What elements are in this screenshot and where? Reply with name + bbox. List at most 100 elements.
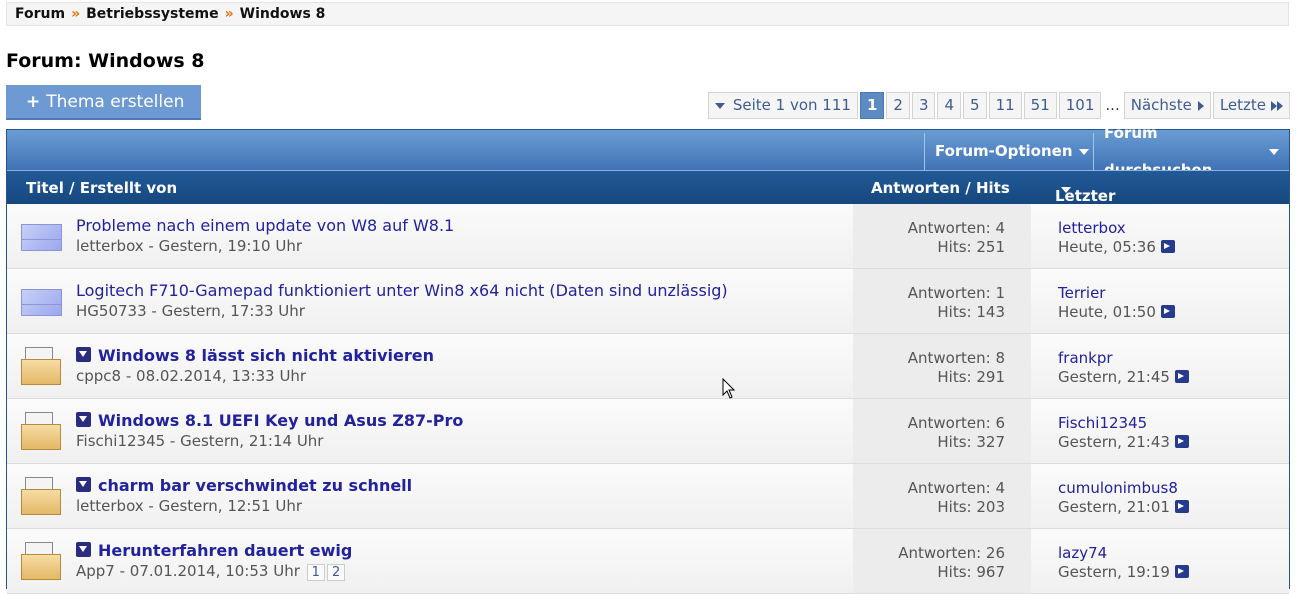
thread-title-link[interactable]: Windows 8 lässt sich nicht aktivieren [76,346,434,365]
last-post-time: Heute, 05:36 [1058,238,1175,257]
last-post-user[interactable]: Fischi12345 [1058,414,1189,433]
new-thread-label: Thema erstellen [46,92,185,112]
go-to-last-post-icon[interactable] [1174,565,1189,578]
forum-options-button[interactable]: Forum-Optionen [924,133,1099,170]
go-to-last-post-icon[interactable] [1174,435,1189,448]
column-stats[interactable]: Antworten / Hits [871,179,1010,197]
go-to-last-post-icon[interactable] [1160,240,1175,253]
hits-count: Hits: 143 [937,303,1005,321]
thread-row[interactable]: Logitech F710-Gamepad funktioniert unter… [7,269,1289,334]
thread-row[interactable]: Herunterfahren dauert ewig App7 - 07.01.… [7,529,1289,594]
thread-stats: Antworten: 4 Hits: 251 [908,219,1005,257]
new-envelope-icon [21,224,62,251]
thread-stats: Antworten: 8 Hits: 291 [908,349,1005,387]
page-link[interactable]: 2 [886,92,910,119]
last-post-user[interactable]: cumulonimbus8 [1058,479,1189,498]
breadcrumb-betriebssysteme[interactable]: Betriebssysteme [86,6,218,22]
last-post-user[interactable]: frankpr [1058,349,1189,368]
last-post-user[interactable]: Terrier [1058,284,1175,303]
page-jump-dropdown[interactable]: Seite 1 von 111 [707,92,858,119]
read-envelope-icon [21,542,61,582]
last-post: lazy74 Gestern, 19:19 [1058,544,1189,582]
go-to-first-unread-icon[interactable] [76,477,91,492]
page-link[interactable]: 3 [911,92,936,119]
answers-count: Antworten: 4 [907,479,1005,497]
answers-count: Antworten: 4 [907,219,1005,237]
caret-down-icon [1269,148,1279,155]
breadcrumb-separator: » [224,6,234,22]
page-link[interactable]: 4 [937,92,962,119]
thread-title-link[interactable]: charm bar verschwindet zu schnell [76,476,412,495]
last-post: letterbox Heute, 05:36 [1058,219,1175,257]
page-link-current[interactable]: 1 [859,92,885,119]
answers-count: Antworten: 1 [907,284,1005,302]
hits-count: Hits: 291 [937,368,1005,386]
last-post-time: Gestern, 21:45 [1058,368,1189,387]
go-to-last-post-icon[interactable] [1160,305,1175,318]
thread-table-header: Titel / Erstellt von Antworten / Hits Le… [7,170,1289,241]
column-title[interactable]: Titel / Erstellt von [26,179,177,197]
last-post: frankpr Gestern, 21:45 [1058,349,1189,387]
thread-starter: Fischi12345 - Gestern, 21:14 Uhr [76,432,324,450]
hits-count: Hits: 251 [937,238,1005,256]
thread-stats: Antworten: 4 Hits: 203 [908,479,1005,517]
hits-count: Hits: 967 [937,563,1005,581]
thread-stats: Antworten: 6 Hits: 327 [908,414,1005,452]
double-arrow-right-icon [1271,100,1283,111]
hits-count: Hits: 203 [937,498,1005,516]
breadcrumb-windows8[interactable]: Windows 8 [240,6,326,22]
go-to-first-unread-icon[interactable] [76,412,91,427]
thread-page-link[interactable]: 1 [306,564,325,581]
caret-down-icon [714,102,725,109]
caret-down-icon [1061,187,1071,193]
last-post-user[interactable]: lazy74 [1058,544,1189,563]
forum-toolbar: Forum-Optionen Forum durchsuchen [7,124,1289,179]
go-to-last-post-icon[interactable] [1174,370,1189,383]
hits-count: Hits: 327 [937,433,1005,451]
last-post-time: Gestern, 21:43 [1058,433,1189,452]
thread-starter: cppc8 - 08.02.2014, 13:33 Uhr [76,367,307,385]
go-to-first-unread-icon[interactable] [76,542,91,557]
answers-count: Antworten: 6 [907,414,1005,432]
breadcrumb-forum[interactable]: Forum [15,6,65,22]
thread-row[interactable]: Windows 8 lässt sich nicht aktivieren cp… [7,334,1289,399]
thread-page-link[interactable]: 2 [326,564,346,581]
last-post: Terrier Heute, 01:50 [1058,284,1175,322]
last-post: cumulonimbus8 Gestern, 21:01 [1058,479,1189,517]
thread-starter: letterbox - Gestern, 12:51 Uhr [76,497,302,515]
go-to-first-unread-icon[interactable] [76,347,91,362]
last-post: Fischi12345 Gestern, 21:43 [1058,414,1189,452]
read-envelope-icon [21,347,61,387]
page-link[interactable]: 11 [988,92,1022,119]
thread-title-link[interactable]: Probleme nach einem update von W8 auf W8… [76,216,454,235]
thread-starter: HG50733 - Gestern, 17:33 Uhr [76,302,305,320]
plus-icon: + [26,92,41,112]
thread-title-link[interactable]: Logitech F710-Gamepad funktioniert unter… [76,281,728,300]
last-post-time: Gestern, 19:19 [1058,563,1189,582]
new-envelope-icon [21,289,62,316]
thread-title-link[interactable]: Herunterfahren dauert ewig [76,541,352,560]
last-post-time: Heute, 01:50 [1058,303,1175,322]
go-to-last-post-icon[interactable] [1174,500,1189,513]
last-post-user[interactable]: letterbox [1058,219,1175,238]
read-envelope-icon [21,477,61,517]
page-link[interactable]: 51 [1023,92,1057,119]
answers-count: Antworten: 8 [907,349,1005,367]
caret-down-icon [1078,148,1089,155]
thread-title-link[interactable]: Windows 8.1 UEFI Key und Asus Z87-Pro [76,411,463,430]
forum-search-button[interactable]: Forum durchsuchen [1093,124,1289,179]
breadcrumb: Forum » Betriebssysteme » Windows 8 [6,2,1289,26]
thread-stats: Antworten: 1 Hits: 143 [908,284,1005,322]
last-post-time: Gestern, 21:01 [1058,498,1189,517]
thread-row[interactable]: Windows 8.1 UEFI Key und Asus Z87-Pro Fi… [7,399,1289,464]
thread-row[interactable]: Probleme nach einem update von W8 auf W8… [7,204,1289,269]
read-envelope-icon [21,412,61,452]
thread-row[interactable]: charm bar verschwindet zu schnell letter… [7,464,1289,529]
thread-list: Forum-Optionen Forum durchsuchen Titel /… [6,124,1290,594]
page-link[interactable]: 101 [1058,92,1102,119]
answers-count: Antworten: 26 [898,544,1005,562]
thread-starter: App7 - 07.01.2014, 10:53 Uhr 12 [76,562,346,581]
page-link[interactable]: 5 [963,92,987,119]
new-thread-button[interactable]: + Thema erstellen [6,85,201,120]
arrow-right-icon [1197,100,1204,111]
